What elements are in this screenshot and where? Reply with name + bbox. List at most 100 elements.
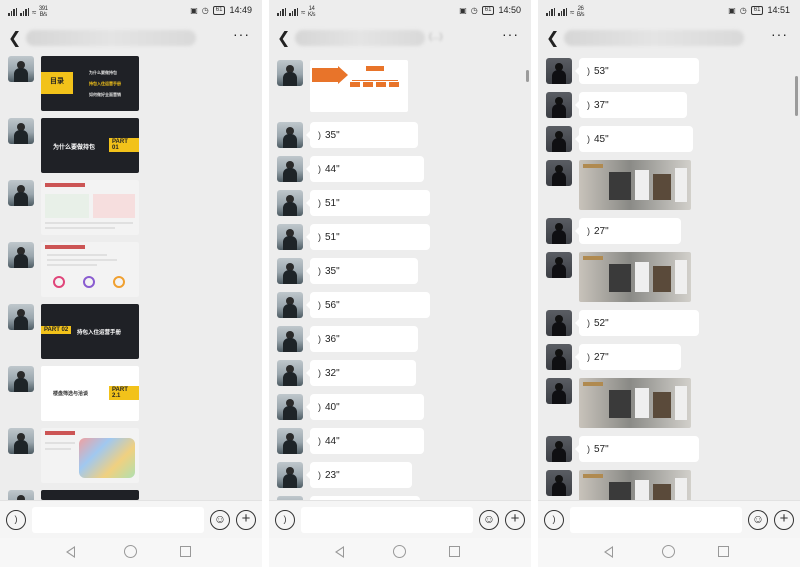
avatar[interactable] [546,218,572,244]
image-message[interactable]: PART 02 持包入住运营手册 [41,304,139,359]
plus-icon[interactable]: + [236,510,256,530]
avatar[interactable] [546,126,572,152]
image-message[interactable]: 目录 为什么要做持包 持包入住运营手册 如何做好全面营销 [41,56,139,111]
plus-icon[interactable]: + [774,510,794,530]
image-message[interactable] [579,160,691,210]
image-message[interactable] [579,252,691,302]
avatar[interactable] [546,470,572,496]
nav-recent-icon[interactable] [718,546,729,557]
message-input[interactable] [570,507,742,533]
avatar[interactable] [8,180,34,206]
avatar[interactable] [546,436,572,462]
voice-icon: ) [318,436,321,446]
plus-icon[interactable]: + [505,510,525,530]
image-message[interactable] [41,242,139,297]
voice-message[interactable]: ) 23" [306,462,412,488]
nav-recent-icon[interactable] [449,546,460,557]
message-input[interactable] [301,507,473,533]
avatar[interactable] [277,258,303,284]
voice-message[interactable]: ) 56" [306,292,430,318]
emoji-icon[interactable]: ☺ [479,510,499,530]
avatar[interactable] [277,462,303,488]
image-message[interactable]: 楼盘筛选与洽谈 PART 2.1 [41,366,139,421]
avatar[interactable] [546,378,572,404]
avatar[interactable] [546,344,572,370]
voice-message[interactable]: ) 37" [575,92,687,118]
avatar[interactable] [277,122,303,148]
avatar[interactable] [546,310,572,336]
voice-message[interactable]: ) 52" [575,310,699,336]
avatar[interactable] [8,304,34,330]
nav-back-icon[interactable] [66,546,75,558]
emoji-icon[interactable]: ☺ [210,510,230,530]
chevron-left-icon[interactable]: ❮ [8,28,21,48]
avatar[interactable] [8,490,34,500]
avatar[interactable] [546,252,572,278]
chat-area[interactable]: 目录 为什么要做持包 持包入住运营手册 如何做好全面营销 为什么要做持包 PAR… [0,54,262,500]
more-icon[interactable]: ··· [771,26,788,42]
image-message[interactable] [579,378,691,428]
avatar[interactable] [277,428,303,454]
avatar[interactable] [277,224,303,250]
emoji-icon[interactable]: ☺ [748,510,768,530]
voice-message[interactable]: ) 51" [306,190,430,216]
nav-home-icon[interactable] [124,545,137,558]
avatar[interactable] [277,190,303,216]
avatar[interactable] [8,118,34,144]
avatar[interactable] [546,160,572,186]
clock: 14:49 [229,5,252,15]
image-message[interactable] [41,428,139,483]
voice-message[interactable]: ) 45" [575,126,693,152]
image-message[interactable] [41,180,139,235]
avatar[interactable] [277,60,303,86]
avatar[interactable] [8,56,34,82]
avatar[interactable] [277,360,303,386]
voice-message[interactable]: ) 51" [306,224,430,250]
scrollbar[interactable] [795,76,798,116]
voice-message[interactable]: ) 40" [306,394,424,420]
status-bar: ≈ 26 B/s ▣ ◷ 61 14:51 [538,0,800,22]
voice-message[interactable]: ) 53" [575,58,699,84]
avatar[interactable] [8,366,34,392]
voice-message[interactable]: ) 32" [306,360,416,386]
voice-message[interactable]: ) 36" [306,326,418,352]
avatar[interactable] [277,394,303,420]
image-message[interactable] [579,470,691,500]
voice-message[interactable]: ) 35" [306,122,418,148]
more-icon[interactable]: ··· [502,26,519,42]
scrollbar[interactable] [526,70,529,82]
image-message[interactable] [41,490,139,500]
voice-message[interactable]: ) 35" [306,258,418,284]
voice-icon[interactable]: ) [544,510,564,530]
chevron-left-icon[interactable]: ❮ [546,28,559,48]
voice-message[interactable]: ) 57" [575,436,699,462]
voice-message[interactable]: ) 44" [306,428,424,454]
voice-message[interactable]: ) 27" [575,218,681,244]
chat-area[interactable]: ) 35" ) 44" ) 51" ) 51" ) 35" ) 56" ) 36" ) 32" ) 40" ) 44"… [269,54,531,500]
alarm-icon: ◷ [470,5,478,15]
avatar[interactable] [277,156,303,182]
avatar[interactable] [277,326,303,352]
image-message[interactable] [310,60,408,112]
voice-icon[interactable]: ) [6,510,26,530]
status-bar: ≈ 391 B/s ▣ ◷ 61 14:49 [0,0,262,22]
image-message[interactable]: 为什么要做持包 PART 01 [41,118,139,173]
chevron-left-icon[interactable]: ❮ [277,28,290,48]
nav-home-icon[interactable] [662,545,675,558]
nav-home-icon[interactable] [393,545,406,558]
avatar[interactable] [8,242,34,268]
voice-icon[interactable]: ) [275,510,295,530]
message-input[interactable] [32,507,204,533]
nav-recent-icon[interactable] [180,546,191,557]
avatar[interactable] [8,428,34,454]
voice-message[interactable]: ) 44" [306,156,424,182]
avatar[interactable] [546,92,572,118]
nav-back-icon[interactable] [335,546,344,558]
chat-area[interactable]: ) 53" ) 37" ) 45" ) 27" ) 52" ) 27" ) 57" [538,54,800,500]
input-bar: ) ☺ + [269,500,531,538]
avatar[interactable] [546,58,572,84]
avatar[interactable] [277,292,303,318]
voice-message[interactable]: ) 27" [575,344,681,370]
nav-back-icon[interactable] [604,546,613,558]
more-icon[interactable]: ··· [233,26,250,42]
